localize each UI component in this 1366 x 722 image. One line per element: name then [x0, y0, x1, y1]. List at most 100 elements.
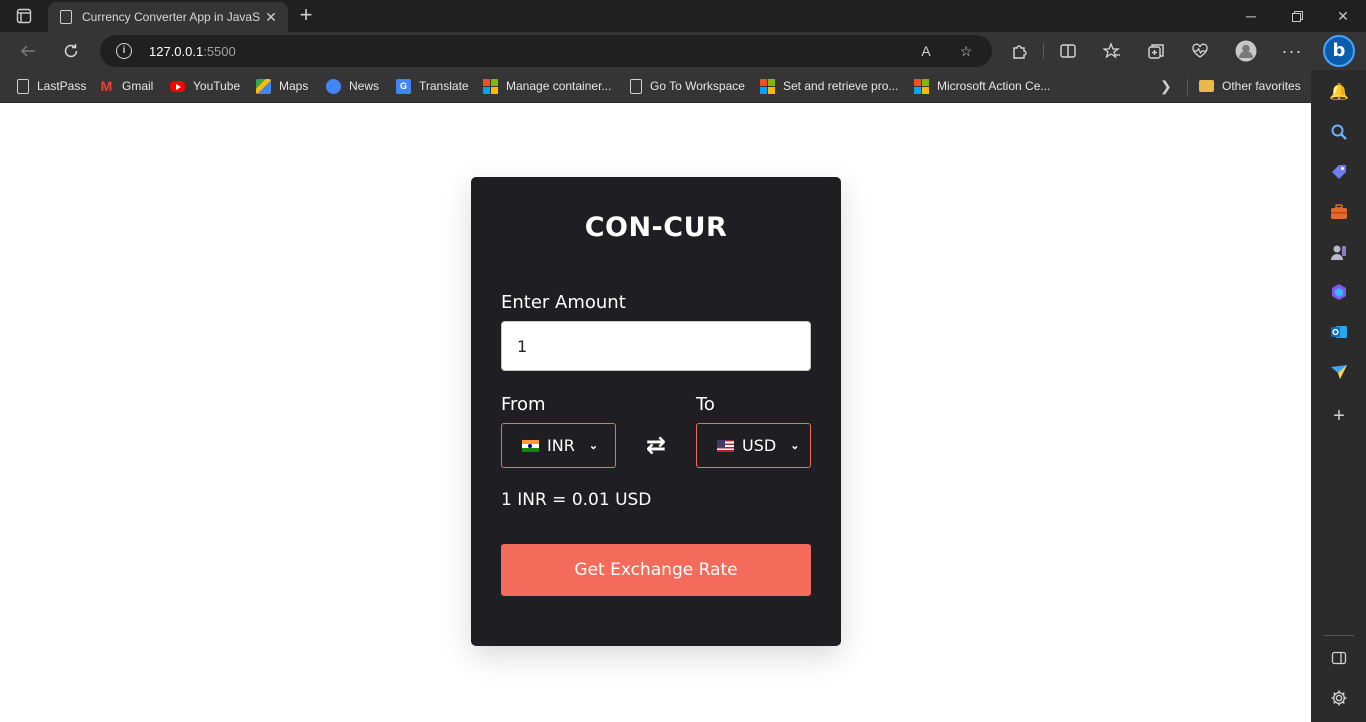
microsoft-365-icon[interactable]: [1328, 281, 1350, 303]
refresh-icon: [64, 44, 78, 58]
active-tab[interactable]: Currency Converter App in JavaS ✕: [48, 2, 288, 32]
favorite-label: News: [349, 79, 380, 93]
news-icon: [326, 78, 341, 94]
send-arrow-icon[interactable]: [1328, 361, 1350, 383]
browser-essentials-button[interactable]: [1186, 37, 1214, 65]
read-aloud-icon[interactable]: A: [916, 41, 936, 61]
notification-bell-icon[interactable]: 🔔: [1328, 81, 1350, 103]
m365-glyph: [1332, 284, 1346, 300]
restore-button[interactable]: [1274, 0, 1320, 32]
favorite-item-gmail[interactable]: M Gmail: [99, 76, 154, 96]
back-button[interactable]: [14, 37, 42, 65]
tab-actions-icon: [16, 8, 32, 24]
url-port: :5500: [203, 44, 236, 59]
extensions-icon: [1013, 45, 1027, 59]
favorite-item-translate[interactable]: G Translate: [396, 76, 469, 96]
shopping-tag-icon[interactable]: [1328, 161, 1350, 183]
maps-icon: [256, 78, 271, 94]
favorite-item-manage-container[interactable]: Manage container...: [483, 76, 611, 96]
microsoft-icon: [914, 78, 929, 94]
sidebar-settings-gear-icon[interactable]: [1328, 687, 1350, 709]
to-label: To: [696, 394, 715, 415]
amount-label: Enter Amount: [501, 292, 626, 313]
settings-more-button[interactable]: ···: [1278, 37, 1306, 65]
microsoft-icon: [760, 78, 775, 94]
amount-input[interactable]: [501, 321, 811, 371]
favorite-label: Go To Workspace: [650, 79, 745, 93]
other-favorites-label: Other favorites: [1222, 79, 1301, 93]
india-flag-icon: [522, 439, 539, 452]
extensions-button[interactable]: [1005, 37, 1033, 65]
favorite-label: Maps: [279, 79, 309, 93]
tools-briefcase-icon[interactable]: [1328, 201, 1350, 223]
favorite-item-lastpass[interactable]: LastPass: [17, 76, 86, 96]
url-host: 127.0.0.1: [149, 44, 204, 59]
sidebar-divider: [1324, 635, 1354, 636]
microsoft-icon: [483, 78, 498, 94]
back-arrow-icon: [20, 45, 35, 57]
favorite-label: YouTube: [193, 79, 241, 93]
toolbar-divider: [1043, 43, 1044, 59]
title-bar: Currency Converter App in JavaS ✕ + ─ ✕: [0, 0, 1366, 32]
favorite-label: LastPass: [37, 79, 87, 93]
get-exchange-rate-button[interactable]: Get Exchange Rate: [501, 544, 811, 596]
gmail-icon: M: [100, 77, 113, 94]
favorite-item-go-to-workspace[interactable]: Go To Workspace: [630, 76, 745, 96]
from-label: From: [501, 394, 546, 415]
from-currency-select[interactable]: INR ⌄: [501, 423, 616, 468]
games-glyph: [1331, 245, 1346, 260]
split-screen-button[interactable]: [1054, 37, 1082, 65]
to-currency-code: USD: [742, 436, 777, 455]
outlook-glyph: [1331, 326, 1347, 338]
document-icon: [630, 78, 642, 94]
chevron-down-icon: ⌄: [588, 440, 599, 452]
favorite-label: Microsoft Action Ce...: [937, 79, 1051, 93]
favorites-list-icon: [1103, 42, 1120, 59]
collections-button[interactable]: [1142, 37, 1170, 65]
close-tab-icon[interactable]: ✕: [262, 9, 280, 26]
minimize-button[interactable]: ─: [1228, 0, 1274, 32]
usa-flag-icon: [717, 439, 734, 452]
tab-actions-button[interactable]: [8, 4, 40, 28]
games-icon[interactable]: [1328, 241, 1350, 263]
chevron-down-icon: ⌄: [790, 440, 800, 452]
new-tab-button[interactable]: +: [294, 4, 318, 28]
favorite-item-maps[interactable]: Maps: [256, 76, 308, 96]
close-window-button[interactable]: ✕: [1320, 0, 1366, 32]
translate-icon: G: [396, 78, 411, 94]
favorites-divider: [1187, 79, 1188, 95]
search-glyph: [1331, 124, 1347, 140]
site-info-icon[interactable]: i: [116, 43, 132, 59]
favorite-star-icon[interactable]: ☆: [956, 41, 976, 61]
swap-currencies-icon[interactable]: ⇄: [641, 430, 671, 460]
avatar-icon: [1235, 40, 1257, 62]
favorite-item-microsoft-action-center[interactable]: Microsoft Action Ce...: [914, 76, 1050, 96]
more-favorites-chevron-icon[interactable]: ❯: [1160, 78, 1172, 95]
restore-icon: [1291, 10, 1303, 22]
exchange-rate-message: 1 INR = 0.01 USD: [501, 490, 652, 510]
favorite-label: Translate: [419, 79, 469, 93]
tab-title: Currency Converter App in JavaS: [82, 10, 261, 24]
profile-button[interactable]: [1232, 37, 1260, 65]
hide-sidebar-icon[interactable]: [1328, 647, 1350, 669]
panel-glyph: [1331, 651, 1347, 665]
other-favorites[interactable]: Other favorites: [1199, 76, 1301, 96]
refresh-button[interactable]: [57, 37, 85, 65]
address-bar[interactable]: i 127.0.0.1:5500 A ☆: [100, 35, 992, 67]
favorite-item-news[interactable]: News: [326, 76, 379, 96]
heartbeat-icon: [1192, 43, 1208, 58]
favorites-button[interactable]: [1098, 37, 1126, 65]
favorites-bar: LastPass M Gmail YouTube Maps News G Trans…: [0, 70, 1366, 103]
converter-card: CON-CUR Enter Amount From To INR ⌄ ⇄ USD…: [471, 177, 841, 646]
to-currency-select[interactable]: USD ⌄: [696, 423, 811, 468]
favorite-item-set-and-retrieve[interactable]: Set and retrieve pro...: [760, 76, 898, 96]
copilot-bing-icon[interactable]: b: [1323, 35, 1355, 67]
search-icon[interactable]: [1328, 121, 1350, 143]
favorite-item-youtube[interactable]: YouTube: [170, 76, 240, 96]
briefcase-glyph: [1331, 204, 1347, 219]
favorite-label: Set and retrieve pro...: [783, 79, 899, 93]
add-sidebar-app-icon[interactable]: +: [1328, 405, 1350, 427]
outlook-icon[interactable]: [1328, 321, 1350, 343]
favorite-label: Gmail: [122, 79, 154, 93]
url-text[interactable]: 127.0.0.1:5500: [149, 44, 236, 59]
